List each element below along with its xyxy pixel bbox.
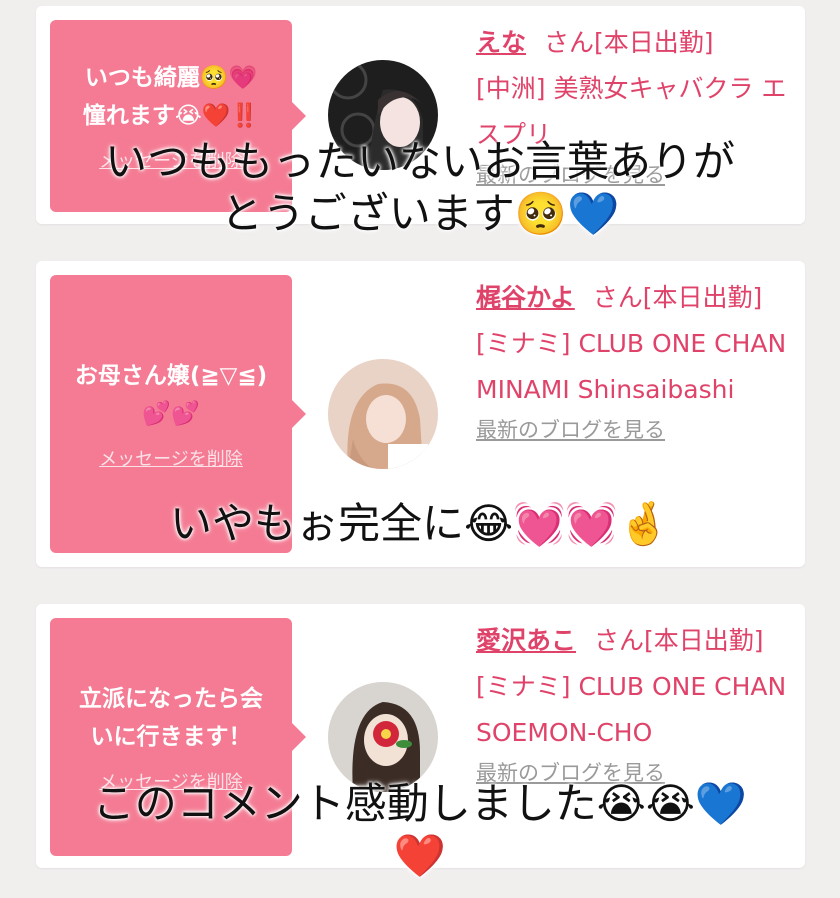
status-text: さん[本日出勤] — [592, 283, 763, 312]
avatar[interactable] — [328, 682, 438, 792]
message-text: お母さん嬢(≧▽≦) 💕💕 — [74, 363, 268, 427]
message-text: いつも綺麗🥺💗 憧れます😭❤️‼️ — [82, 65, 260, 129]
avatar[interactable] — [328, 359, 438, 469]
shop-name: [ミナミ] CLUB ONE CHAN SOEMON-CHO — [476, 672, 787, 747]
status-text: さん[本日出勤] — [544, 28, 714, 57]
message-text: 立派になったら会 いに行きます！ — [79, 686, 263, 750]
shop-name: [ミナミ] CLUB ONE CHAN MINAMI Shinsaibashi — [476, 329, 787, 404]
girl-info: 愛沢あこ さん[本日出勤] [ミナミ] CLUB ONE CHAN SOEMON-… — [476, 618, 796, 790]
girl-name-link[interactable]: 愛沢あこ — [476, 626, 576, 655]
girl-info: 梶谷かよ さん[本日出勤] [ミナミ] CLUB ONE CHAN MINAMI … — [476, 275, 796, 447]
blog-link[interactable]: 最新のブログを見る — [476, 413, 796, 447]
status-text: さん[本日出勤] — [594, 626, 764, 655]
delete-message-link[interactable]: メッセージを削除 — [99, 445, 243, 471]
caption-bottom: このコメント感動しました😭😭💙 ❤️ — [92, 779, 748, 880]
caption-top: いつももったいないお言葉ありが とうございます🥺💙 — [104, 137, 735, 238]
girl-name-link[interactable]: えな — [476, 28, 526, 57]
caption-middle: いやもぉ完全に😂💓💓🤞 — [170, 499, 670, 548]
girl-name-link[interactable]: 梶谷かよ — [476, 283, 575, 312]
